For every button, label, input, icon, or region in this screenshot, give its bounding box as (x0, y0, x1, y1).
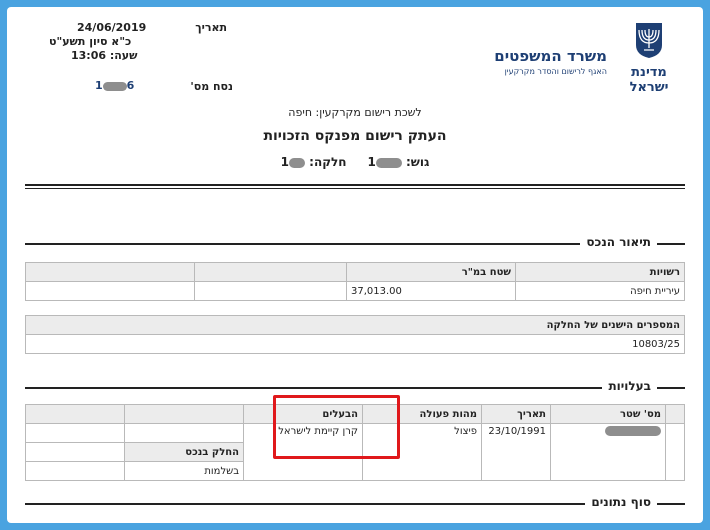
ministry-name: משרד המשפטים (494, 47, 607, 65)
version-value-prefix: 1 (95, 79, 103, 92)
old-numbers-table: המספרים הישנים של החלקה 10803/25 (25, 315, 685, 354)
ministry-block: משרד המשפטים האגף לרישום והסדר מקרקעין (494, 47, 607, 76)
col-authority: רשויות (515, 262, 685, 282)
version-value: 16 (95, 79, 134, 92)
state-name: מדינת ישראל (629, 65, 669, 95)
share-label: החלק בנכס (124, 442, 244, 462)
share-value: בשלמות (124, 461, 244, 481)
hebrew-date: כ"א סיון תשע"ט (49, 35, 132, 48)
ownership-section-rule (25, 387, 685, 389)
parcel-line: גוש: 1 חלקה: 1 (7, 155, 703, 169)
header-divider-bottom (25, 188, 685, 189)
menorah-emblem-icon (636, 23, 662, 58)
area-value: 37,013.00 (346, 281, 516, 301)
old-numbers-label: המספרים הישנים של החלקה (25, 315, 685, 335)
owner-highlight-box (273, 395, 400, 459)
date-value: 23/10/1991 (481, 423, 551, 481)
helka-value: 1 (280, 155, 289, 169)
empty-header-cell (25, 404, 125, 424)
col-date: תאריך (481, 404, 551, 424)
helka-label: חלקה: (309, 155, 347, 169)
version-value-suffix: 6 (126, 79, 135, 92)
empty-cell (124, 423, 244, 443)
redaction-mask (288, 157, 305, 168)
version-label: נסח מס' (190, 80, 233, 93)
empty-header-cell (25, 262, 195, 282)
col-area: שטח במ"ר (346, 262, 516, 282)
row-marker-cell (665, 423, 685, 481)
ownership-section-title: בעלויות (602, 379, 657, 393)
gush-value: 1 (367, 155, 376, 169)
old-number-value: 10803/25 (25, 334, 685, 354)
empty-header-cell (194, 262, 347, 282)
empty-cell (25, 281, 195, 301)
property-section-title: תיאור הנכס (580, 235, 657, 249)
empty-header-cell (124, 404, 244, 424)
empty-cell (25, 423, 125, 443)
document-meta: תאריך 24/06/2019 כ"א סיון תשע"ט שעה: 13:… (37, 21, 267, 101)
document-page: תאריך 24/06/2019 כ"א סיון תשע"ט שעה: 13:… (7, 7, 703, 523)
row-marker-cell (665, 404, 685, 424)
state-emblem: מדינת ישראל (613, 21, 685, 95)
document-title: העתק רישום מפנקס הזכויות (263, 128, 447, 144)
authority-value: עיריית חיפה (515, 281, 685, 301)
property-table: רשויות שטח במ"ר עיריית חיפה 37,013.00 (25, 262, 685, 301)
time-text: שעה: 13:06 (71, 49, 138, 62)
end-of-data-title: סוף נתונים (585, 495, 657, 509)
redaction-mask (102, 81, 127, 91)
registry-office: לשכת רישום מקרקעין: חיפה (288, 106, 422, 119)
date-value: 24/06/2019 (77, 21, 147, 34)
empty-cell (25, 461, 125, 481)
gush-label: גוש: (405, 155, 430, 169)
col-deed: מס' שטר (550, 404, 666, 424)
redaction-mask (375, 157, 402, 168)
empty-cell (194, 281, 347, 301)
empty-cell (25, 442, 125, 462)
date-label: תאריך (195, 21, 227, 34)
header-divider-top (25, 184, 685, 186)
ministry-subtitle: האגף לרישום והסדר מקרקעין (504, 67, 607, 76)
redaction-mask (605, 426, 661, 436)
deed-number-cell (550, 423, 666, 481)
